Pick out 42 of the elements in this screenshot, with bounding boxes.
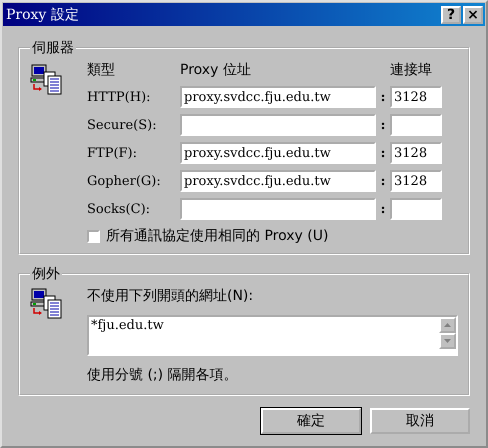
down-arrow-icon bbox=[444, 339, 451, 343]
help-button[interactable]: ? bbox=[441, 6, 461, 24]
separator: : bbox=[380, 90, 386, 104]
address-field[interactable]: proxy.svdcc.fju.edu.tw bbox=[180, 142, 376, 164]
port-field[interactable]: 3128 bbox=[390, 170, 442, 192]
ok-button[interactable]: 確定 bbox=[261, 408, 361, 434]
port-field[interactable] bbox=[390, 114, 442, 136]
exceptions-label: 不使用下列開頭的網址(N): bbox=[87, 287, 254, 305]
column-header: Proxy 位址 bbox=[180, 61, 252, 79]
window-title: Proxy 設定 bbox=[6, 6, 79, 24]
up-arrow-icon bbox=[444, 323, 451, 327]
group-title: 例外 bbox=[31, 265, 61, 283]
protocol-label: Gopher(G): bbox=[87, 174, 162, 188]
protocol-label: FTP(F): bbox=[87, 146, 138, 160]
protocol-label: HTTP(H): bbox=[87, 90, 152, 104]
separator: : bbox=[380, 174, 386, 188]
port-field[interactable] bbox=[390, 198, 442, 220]
exceptions-note: 使用分號 (;) 隔開各項。 bbox=[87, 366, 239, 384]
column-header: 連接埠 bbox=[390, 61, 433, 79]
protocol-label: Socks(C): bbox=[87, 202, 152, 216]
separator: : bbox=[380, 118, 386, 132]
address-field[interactable]: proxy.svdcc.fju.edu.tw bbox=[180, 86, 376, 108]
separator: : bbox=[380, 146, 386, 160]
separator: : bbox=[380, 202, 386, 216]
port-field[interactable]: 3128 bbox=[390, 142, 442, 164]
exceptions-value: *fju.edu.tw bbox=[90, 317, 165, 335]
port-field[interactable]: 3128 bbox=[390, 86, 442, 108]
scroll-down-button[interactable] bbox=[439, 333, 456, 349]
address-field[interactable]: proxy.svdcc.fju.edu.tw bbox=[180, 170, 376, 192]
checkbox-label: 所有通訊協定使用相同的 Proxy (U) bbox=[106, 227, 328, 245]
cancel-button[interactable]: 取消 bbox=[370, 408, 470, 434]
protocol-label: Secure(S): bbox=[87, 118, 158, 132]
column-header: 類型 bbox=[87, 61, 116, 79]
group-title: 伺服器 bbox=[31, 39, 75, 57]
checkbox[interactable] bbox=[87, 230, 100, 242]
close-button[interactable]: × bbox=[463, 6, 483, 24]
address-field[interactable] bbox=[180, 114, 376, 136]
computer-document-icon bbox=[30, 287, 64, 321]
address-field[interactable] bbox=[180, 198, 376, 220]
exceptions-textarea[interactable]: *fju.edu.tw bbox=[87, 315, 458, 356]
scroll-up-button[interactable] bbox=[439, 317, 456, 333]
computer-document-icon bbox=[30, 63, 64, 97]
